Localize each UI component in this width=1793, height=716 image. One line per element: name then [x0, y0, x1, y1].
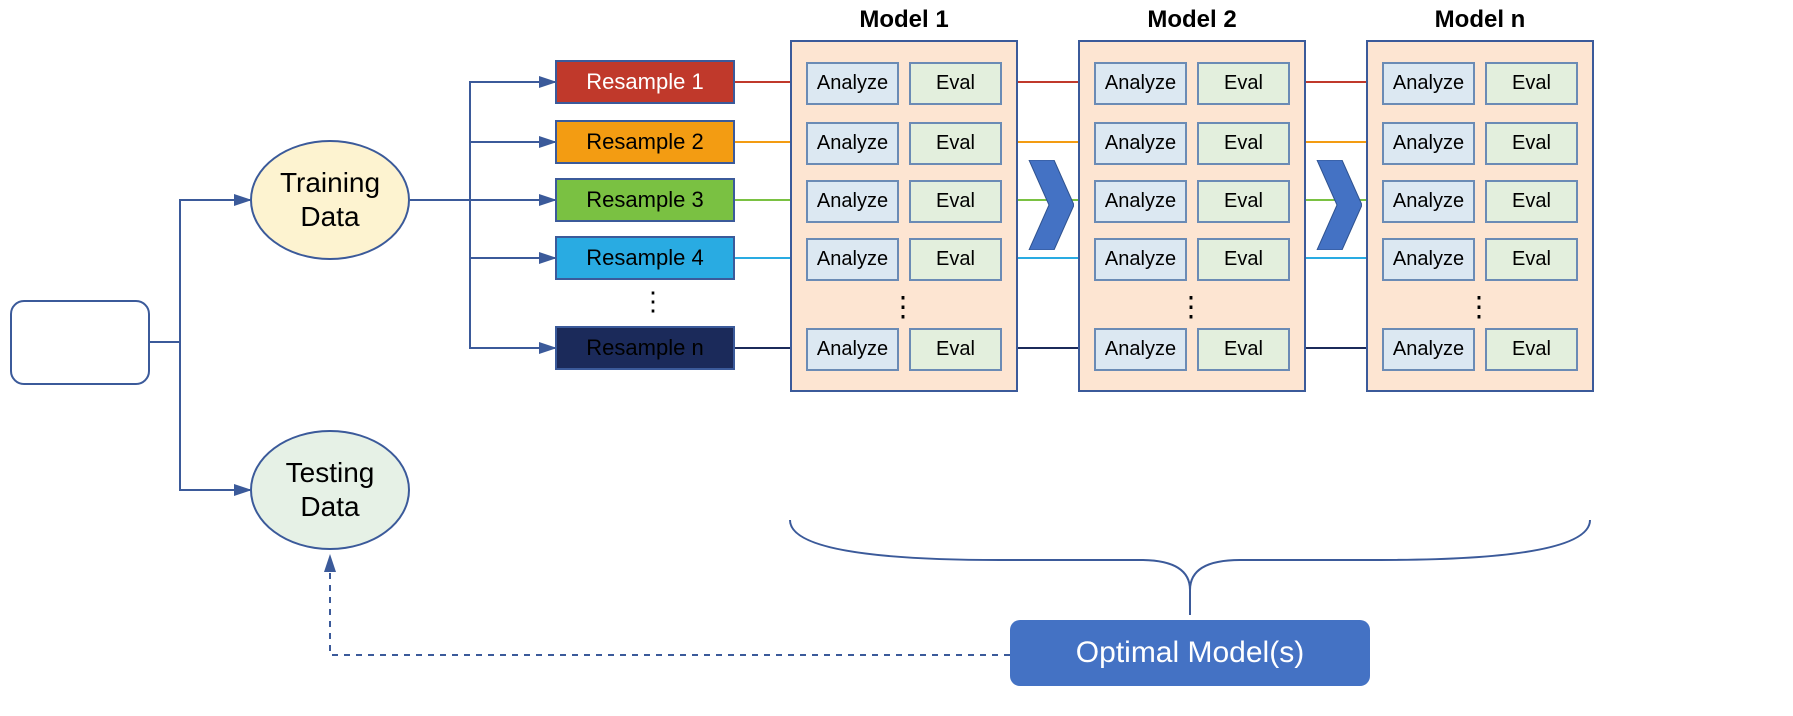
eval-cell: Eval	[1485, 180, 1578, 223]
model-row: AnalyzeEval	[806, 328, 1002, 371]
model-panel-3: Model nAnalyzeEvalAnalyzeEvalAnalyzeEval…	[1366, 40, 1594, 392]
resample-box-2: Resample 2	[555, 120, 735, 164]
eval-cell: Eval	[909, 180, 1002, 223]
training-data-ellipse: Training Data	[250, 140, 410, 260]
eval-cell: Eval	[1485, 122, 1578, 165]
analyze-cell: Analyze	[1094, 238, 1187, 281]
training-label: Training Data	[280, 166, 380, 233]
eval-cell: Eval	[909, 328, 1002, 371]
eval-cell: Eval	[1485, 62, 1578, 105]
model-panel-1: Model 1AnalyzeEvalAnalyzeEvalAnalyzeEval…	[790, 40, 1018, 392]
chevron-icon	[1024, 160, 1074, 250]
model-row: AnalyzeEval	[1382, 62, 1578, 105]
resample-label: Resample n	[586, 335, 703, 361]
model-row: AnalyzeEval	[1094, 238, 1290, 281]
model-row: AnalyzeEval	[806, 122, 1002, 165]
model-row: AnalyzeEval	[806, 62, 1002, 105]
resample-box-1: Resample 1	[555, 60, 735, 104]
resample-box-3: Resample 3	[555, 178, 735, 222]
analyze-cell: Analyze	[1382, 180, 1475, 223]
resample-label: Resample 1	[586, 69, 703, 95]
eval-cell: Eval	[909, 238, 1002, 281]
resample-label: Resample 2	[586, 129, 703, 155]
resample-box-5: Resample n	[555, 326, 735, 370]
eval-cell: Eval	[909, 122, 1002, 165]
vdots-icon: ⋮	[1465, 290, 1495, 323]
analyze-cell: Analyze	[1094, 62, 1187, 105]
analyze-cell: Analyze	[1382, 62, 1475, 105]
vdots-icon: ⋮	[889, 290, 919, 323]
analyze-cell: Analyze	[806, 238, 899, 281]
vdots-icon: ⋮	[640, 286, 666, 317]
model-row: AnalyzeEval	[1382, 122, 1578, 165]
analyze-cell: Analyze	[1094, 180, 1187, 223]
analyze-cell: Analyze	[806, 122, 899, 165]
resample-label: Resample 4	[586, 245, 703, 271]
model-title: Model 1	[792, 6, 1016, 34]
model-row: AnalyzeEval	[1094, 62, 1290, 105]
model-panel-2: Model 2AnalyzeEvalAnalyzeEvalAnalyzeEval…	[1078, 40, 1306, 392]
analyze-cell: Analyze	[1382, 238, 1475, 281]
testing-label: Testing Data	[286, 456, 375, 523]
eval-cell: Eval	[909, 62, 1002, 105]
model-row: AnalyzeEval	[1382, 180, 1578, 223]
eval-cell: Eval	[1197, 238, 1290, 281]
eval-cell: Eval	[1485, 328, 1578, 371]
model-row: AnalyzeEval	[806, 180, 1002, 223]
eval-cell: Eval	[1197, 62, 1290, 105]
analyze-cell: Analyze	[1094, 328, 1187, 371]
analyze-cell: Analyze	[806, 180, 899, 223]
model-row: AnalyzeEval	[1382, 328, 1578, 371]
resample-box-4: Resample 4	[555, 236, 735, 280]
analyze-cell: Analyze	[1382, 328, 1475, 371]
eval-cell: Eval	[1485, 238, 1578, 281]
analyze-cell: Analyze	[806, 328, 899, 371]
model-row: AnalyzeEval	[1094, 328, 1290, 371]
optimal-model-box: Optimal Model(s)	[1010, 620, 1370, 686]
chevron-icon	[1312, 160, 1362, 250]
vdots-icon: ⋮	[1177, 290, 1207, 323]
dataset-box	[10, 300, 150, 385]
analyze-cell: Analyze	[806, 62, 899, 105]
model-row: AnalyzeEval	[1382, 238, 1578, 281]
model-row: AnalyzeEval	[806, 238, 1002, 281]
optimal-label: Optimal Model(s)	[1076, 636, 1304, 669]
model-row: AnalyzeEval	[1094, 122, 1290, 165]
model-row: AnalyzeEval	[1094, 180, 1290, 223]
analyze-cell: Analyze	[1094, 122, 1187, 165]
resample-label: Resample 3	[586, 187, 703, 213]
testing-data-ellipse: Testing Data	[250, 430, 410, 550]
eval-cell: Eval	[1197, 328, 1290, 371]
model-title: Model n	[1368, 6, 1592, 34]
model-title: Model 2	[1080, 6, 1304, 34]
eval-cell: Eval	[1197, 122, 1290, 165]
analyze-cell: Analyze	[1382, 122, 1475, 165]
eval-cell: Eval	[1197, 180, 1290, 223]
